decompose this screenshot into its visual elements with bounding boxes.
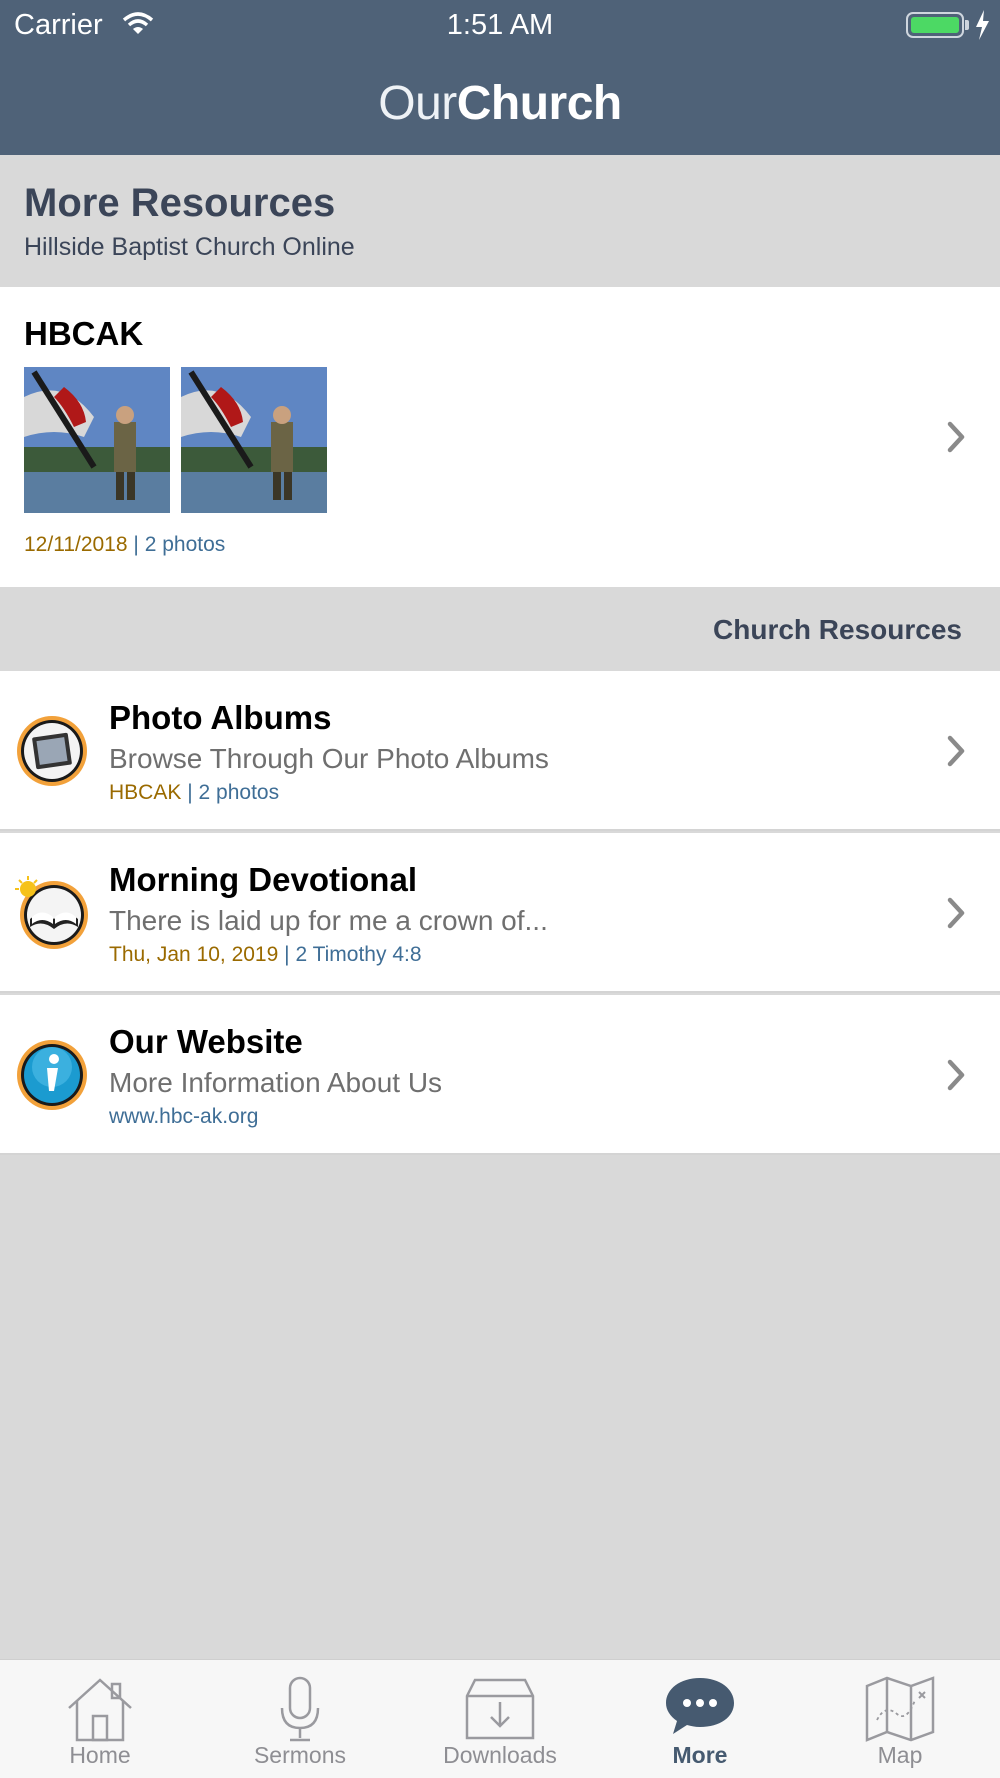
tab-label: Sermons xyxy=(253,1742,347,1768)
row-subtitle: There is laid up for me a crown of... xyxy=(109,905,548,936)
featured-album-card[interactable]: HBCAK 12/11/2018 | 2 photos xyxy=(0,287,1000,587)
row-meta: www.hbc-ak.org xyxy=(109,1105,258,1129)
featured-album-meta: 12/11/2018 | 2 photos xyxy=(24,533,225,557)
row-subtitle: Browse Through Our Photo Albums xyxy=(109,743,549,774)
photo-album-icon xyxy=(17,716,87,786)
tab-downloads[interactable]: Downloads xyxy=(400,1660,600,1778)
list-item-our-website[interactable]: Our Website More Information About Us ww… xyxy=(0,995,1000,1155)
page-title: More Resources xyxy=(24,181,336,225)
chevron-right-icon xyxy=(947,1059,965,1091)
album-thumbnail[interactable] xyxy=(181,367,327,513)
row-title: Photo Albums xyxy=(109,699,332,736)
battery-nub xyxy=(965,20,969,30)
tab-sermons[interactable]: Sermons xyxy=(200,1660,400,1778)
chat-bubble-icon xyxy=(666,1678,734,1734)
row-title: Morning Devotional xyxy=(109,861,417,898)
row-meta-primary: Thu, Jan 10, 2019 xyxy=(109,943,279,966)
row-meta: HBCAK | 2 photos xyxy=(109,781,279,805)
list-item-photo-albums[interactable]: Photo Albums Browse Through Our Photo Al… xyxy=(0,671,1000,831)
home-icon xyxy=(68,1678,132,1742)
album-thumbnail[interactable] xyxy=(24,367,170,513)
row-meta: Thu, Jan 10, 2019 | 2 Timothy 4:8 xyxy=(109,943,422,967)
website-url-link[interactable]: www.hbc-ak.org xyxy=(109,1105,258,1128)
tab-map[interactable]: Map xyxy=(800,1660,1000,1778)
section-header: Church Resources xyxy=(0,587,1000,671)
row-subtitle: More Information About Us xyxy=(109,1067,443,1098)
page-header: More Resources Hillside Baptist Church O… xyxy=(0,155,1000,287)
download-icon xyxy=(465,1678,535,1740)
chevron-right-icon xyxy=(947,897,965,929)
chevron-right-icon xyxy=(947,735,965,767)
status-time: 1:51 AM xyxy=(446,9,554,41)
info-icon xyxy=(17,1040,87,1110)
section-title: Church Resources xyxy=(713,614,962,645)
tab-label: Home xyxy=(69,1742,131,1768)
tab-home[interactable]: Home xyxy=(0,1660,200,1778)
list-item-morning-devotional[interactable]: Morning Devotional There is laid up for … xyxy=(0,833,1000,993)
microphone-icon xyxy=(280,1676,320,1742)
charging-bolt-icon xyxy=(976,10,989,40)
meta-separator: | xyxy=(187,781,193,804)
tab-label: Downloads xyxy=(443,1742,557,1768)
devotional-book-icon xyxy=(15,876,88,949)
page-subtitle: Hillside Baptist Church Online xyxy=(24,233,355,261)
row-title: Our Website xyxy=(109,1023,303,1060)
album-photo-count: 2 photos xyxy=(144,533,226,556)
featured-album-title: HBCAK xyxy=(24,315,144,352)
battery-icon xyxy=(906,12,964,38)
map-icon xyxy=(865,1676,935,1742)
meta-separator: | xyxy=(284,943,290,966)
album-date: 12/11/2018 xyxy=(24,533,128,556)
chevron-right-icon xyxy=(947,421,965,453)
app-logo: OurChurch xyxy=(0,76,1000,131)
logo-bold-text: Church xyxy=(456,77,623,130)
row-meta-secondary: 2 photos xyxy=(198,781,280,804)
tab-bar: Home Sermons Downloads More Map xyxy=(0,1659,1000,1778)
row-meta-primary: HBCAK xyxy=(109,781,182,804)
tab-more[interactable]: More xyxy=(600,1660,800,1778)
row-meta-secondary: 2 Timothy 4:8 xyxy=(295,943,422,966)
app-header: Carrier 1:51 AM OurChurch xyxy=(0,0,1000,155)
meta-separator: | xyxy=(133,533,139,556)
tab-label: Map xyxy=(877,1742,923,1768)
tab-label: More xyxy=(672,1742,728,1768)
status-bar: Carrier 1:51 AM xyxy=(0,0,1000,50)
logo-light-text: Our xyxy=(378,77,457,130)
